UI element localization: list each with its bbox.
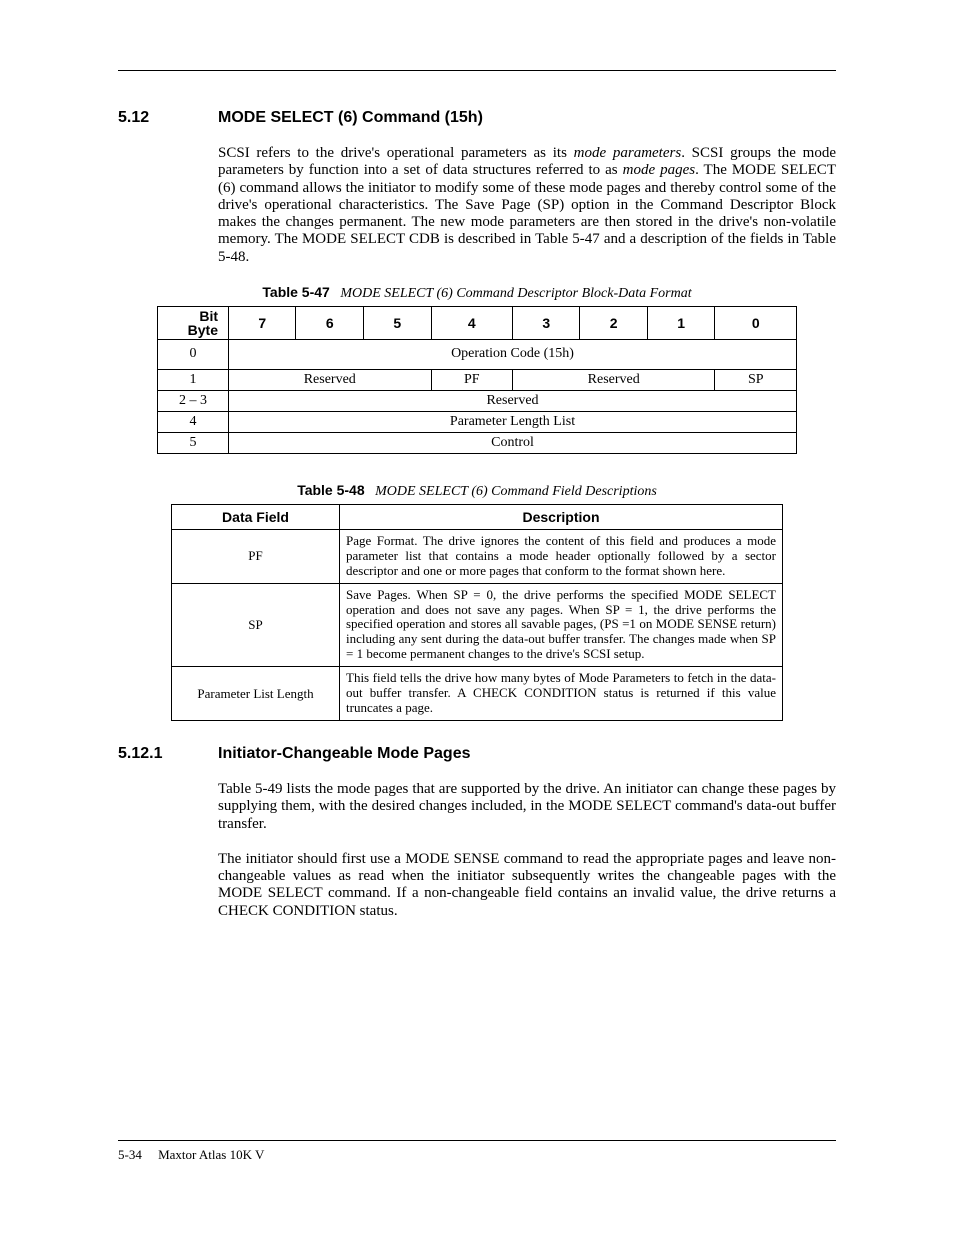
- subsection-heading: 5.12.1 Initiator-Changeable Mode Pages: [118, 745, 836, 763]
- col-description: Description: [340, 504, 783, 529]
- table-47-title: MODE SELECT (6) Command Descriptor Block…: [340, 286, 691, 301]
- subsection-title: Initiator-Changeable Mode Pages: [218, 745, 470, 763]
- desc-sp: Save Pages. When SP = 0, the drive perfo…: [340, 583, 783, 667]
- pf-cell: PF: [431, 369, 512, 390]
- table-row: Parameter List Length This field tells t…: [172, 667, 783, 721]
- bit-6: 6: [296, 306, 363, 339]
- bit-5: 5: [363, 306, 431, 339]
- table-row: PF Page Format. The drive ignores the co…: [172, 529, 783, 583]
- table-48-title: MODE SELECT (6) Command Field Descriptio…: [375, 484, 657, 499]
- table-48: Data Field Description PF Page Format. T…: [171, 504, 783, 721]
- table-47: Bit Byte 7 6 5 4 3 2 1 0 0 Operation Cod…: [157, 306, 797, 454]
- table-row: SP Save Pages. When SP = 0, the drive pe…: [172, 583, 783, 667]
- section-heading: 5.12 MODE SELECT (6) Command (15h): [118, 109, 836, 127]
- reserved-3: Reserved: [229, 390, 797, 411]
- corner-byte: Byte: [188, 322, 218, 338]
- bit-7: 7: [229, 306, 296, 339]
- bit-1: 1: [647, 306, 715, 339]
- bit-3: 3: [512, 306, 579, 339]
- doc-name: Maxtor Atlas 10K V: [158, 1147, 264, 1162]
- bit-0: 0: [715, 306, 797, 339]
- subsection-para2: The initiator should first use a MODE SE…: [218, 851, 836, 920]
- subsection-para1: Table 5-49 lists the mode pages that are…: [218, 781, 836, 833]
- bit-4: 4: [431, 306, 512, 339]
- field-sp: SP: [172, 583, 340, 667]
- desc-param-len: This field tells the drive how many byte…: [340, 667, 783, 721]
- section-body: SCSI refers to the drive's operational p…: [218, 145, 836, 266]
- footer: 5-34 Maxtor Atlas 10K V: [118, 1147, 264, 1163]
- byte-4: 4: [158, 411, 229, 432]
- byte-0: 0: [158, 339, 229, 369]
- byte-2-3: 2 – 3: [158, 390, 229, 411]
- table-47-label: Table 5-47: [262, 284, 329, 300]
- bit-2: 2: [580, 306, 647, 339]
- sp-cell: SP: [715, 369, 797, 390]
- top-rule: [118, 70, 836, 71]
- section-title: MODE SELECT (6) Command (15h): [218, 109, 483, 127]
- col-data-field: Data Field: [172, 504, 340, 529]
- control-cell: Control: [229, 432, 797, 453]
- desc-pf: Page Format. The drive ignores the conte…: [340, 529, 783, 583]
- table-48-caption: Table 5-48 MODE SELECT (6) Command Field…: [118, 482, 836, 500]
- footer-rule: [118, 1140, 836, 1141]
- opcode-cell: Operation Code (15h): [229, 339, 797, 369]
- table-47-corner: Bit Byte: [158, 306, 229, 339]
- field-pf: PF: [172, 529, 340, 583]
- subsection-number: 5.12.1: [118, 745, 218, 763]
- reserved-1: Reserved: [229, 369, 432, 390]
- table-48-label: Table 5-48: [297, 482, 364, 498]
- byte-5: 5: [158, 432, 229, 453]
- byte-1: 1: [158, 369, 229, 390]
- section-number: 5.12: [118, 109, 218, 127]
- table-47-caption: Table 5-47 MODE SELECT (6) Command Descr…: [118, 284, 836, 302]
- reserved-2: Reserved: [512, 369, 715, 390]
- field-param-len: Parameter List Length: [172, 667, 340, 721]
- page-number: 5-34: [118, 1147, 142, 1162]
- param-len-cell: Parameter Length List: [229, 411, 797, 432]
